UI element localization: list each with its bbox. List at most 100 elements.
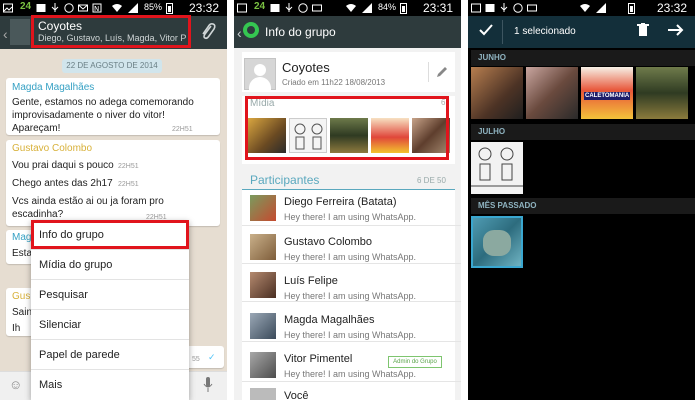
comic-icon — [471, 147, 523, 187]
signal-icon — [596, 3, 606, 13]
menu-item-search[interactable]: Pesquisar — [31, 280, 189, 310]
participant-avatar[interactable] — [250, 313, 276, 339]
usb-icon — [285, 3, 293, 12]
date-divider: 22 DE AGOSTO DE 2014 — [62, 59, 162, 73]
group-avatar[interactable] — [10, 19, 30, 45]
participant-status: Hey there! I am using WhatsApp. — [284, 291, 417, 301]
selection-count: 1 selecionado — [514, 26, 576, 37]
delete-trash-icon[interactable] — [637, 23, 649, 37]
signal-icon — [128, 3, 138, 13]
menu-item-more[interactable]: Mais — [31, 370, 189, 400]
gallery-thumbnail[interactable]: CALETOMANIA — [581, 67, 633, 119]
section-header-last-month: MÊS PASSADO — [471, 198, 695, 214]
image-notification-icon — [3, 3, 13, 13]
whatsapp-logo-icon[interactable] — [243, 22, 259, 38]
menu-item-mute[interactable]: Silenciar — [31, 310, 189, 340]
mail-icon — [78, 4, 88, 12]
highlight-group-info — [31, 220, 189, 249]
battery-percent: 84% — [378, 2, 397, 12]
participant-status: Hey there! I am using WhatsApp. — [284, 252, 417, 262]
chat-screen: 24 N 85% 23:32 ‹ Coyotes Diego, Gustavo,… — [0, 0, 227, 400]
group-created-date: Criado em 11h22 18/08/2013 — [282, 78, 386, 87]
participant-status: Hey there! I am using WhatsApp. — [284, 212, 417, 222]
clock: 23:32 — [656, 1, 687, 15]
gallery-thumbnail[interactable] — [526, 67, 578, 119]
status-bar: 23:32 — [468, 0, 695, 16]
done-check-icon[interactable] — [478, 22, 494, 38]
participant-avatar[interactable] — [250, 272, 276, 298]
message-time: 22H51 — [118, 163, 139, 170]
wifi-icon — [346, 4, 356, 12]
participants-count: 6 DE 50 — [417, 176, 446, 185]
divider — [428, 62, 429, 82]
battery-icon — [400, 3, 407, 14]
back-arrow-icon[interactable]: ‹ — [237, 25, 242, 41]
participants-label: Participantes — [250, 173, 320, 187]
usb-icon — [51, 3, 59, 12]
participant-avatar[interactable] — [250, 234, 276, 260]
svg-text:N: N — [94, 5, 99, 13]
gallery-thumbnail[interactable] — [471, 142, 523, 194]
attach-clip-icon[interactable] — [200, 21, 216, 43]
message-time: 22H51 — [172, 126, 193, 133]
nfc-icon: N — [92, 3, 102, 13]
participant-avatar[interactable] — [250, 388, 276, 400]
signal-icon — [362, 3, 372, 13]
wifi-icon — [580, 4, 590, 12]
group-name[interactable]: Coyotes — [282, 60, 330, 75]
back-arrow-icon[interactable]: ‹ — [3, 26, 8, 42]
section-header-july: JULHO — [471, 124, 695, 140]
divider — [502, 20, 503, 44]
message-sender-partial: Mag — [12, 232, 32, 243]
message-time: 55 — [192, 356, 200, 363]
message-sender: Magda Magalhães — [12, 82, 95, 93]
gallery-icon — [36, 4, 46, 12]
participant-avatar[interactable] — [250, 195, 276, 221]
message-time: 22H51 — [118, 181, 139, 188]
thumbnail-subject — [483, 230, 511, 256]
section-header-june: JUNHO — [471, 50, 695, 66]
participant-name: Magda Magalhães — [284, 314, 375, 326]
participant-name: Diego Ferreira (Batata) — [284, 196, 397, 208]
gallery-icon — [270, 4, 280, 12]
message-sender: Gustavo Colombo — [12, 143, 93, 154]
battery-icon — [628, 3, 635, 14]
status-bar: 24 84% 23:31 — [234, 0, 461, 16]
participant-name: Gustavo Colombo — [284, 236, 373, 248]
participant-name: Vitor Pimentel — [284, 353, 353, 365]
message-text: Chego antes das 2h17 — [12, 178, 113, 189]
clock: 23:32 — [188, 1, 219, 15]
participant-avatar[interactable] — [250, 352, 276, 378]
media-gallery-screen: 23:32 1 selecionado JUNHO CALETOMANIA JU… — [468, 0, 695, 400]
read-check-icon: ✓ — [208, 352, 216, 362]
battery-percent: 85% — [144, 2, 163, 12]
menu-item-group-media[interactable]: Mídia do grupo — [31, 250, 189, 280]
group-avatar[interactable] — [244, 58, 276, 90]
gallery-thumbnail[interactable] — [471, 67, 523, 119]
microphone-icon[interactable] — [203, 377, 213, 393]
carrier-badge: 24 — [254, 1, 266, 12]
image-notification-icon — [471, 3, 481, 13]
forward-arrow-icon[interactable] — [668, 24, 684, 36]
participant-status: Hey there! I am using WhatsApp. — [284, 369, 417, 379]
wifi-icon — [112, 4, 122, 12]
participant-status: Hey there! I am using WhatsApp. — [284, 330, 417, 340]
message-text: Vou prai daqui s pouco — [12, 160, 114, 171]
emoji-icon[interactable]: ☺ — [9, 377, 22, 392]
gallery-thumbnail[interactable] — [636, 67, 688, 119]
gallery-icon — [485, 4, 495, 12]
usb-icon — [500, 3, 508, 12]
clock: 23:31 — [422, 1, 453, 15]
gallery-thumbnail-selected[interactable] — [471, 216, 523, 268]
chat-notification-icon — [64, 3, 74, 13]
page-title: Info do grupo — [265, 25, 336, 39]
highlight-media — [245, 96, 449, 160]
edit-pencil-icon[interactable] — [436, 66, 448, 78]
battery-icon — [166, 3, 173, 14]
message-text-partial: Ih — [12, 323, 21, 334]
chat-title[interactable]: Coyotes — [38, 19, 82, 33]
carrier-badge: 24 — [20, 1, 32, 12]
chat-members: Diego, Gustavo, Luís, Magda, Vitor Pim — [38, 33, 186, 43]
menu-item-wallpaper[interactable]: Papel de parede — [31, 340, 189, 370]
chat-notification-icon — [298, 3, 308, 13]
